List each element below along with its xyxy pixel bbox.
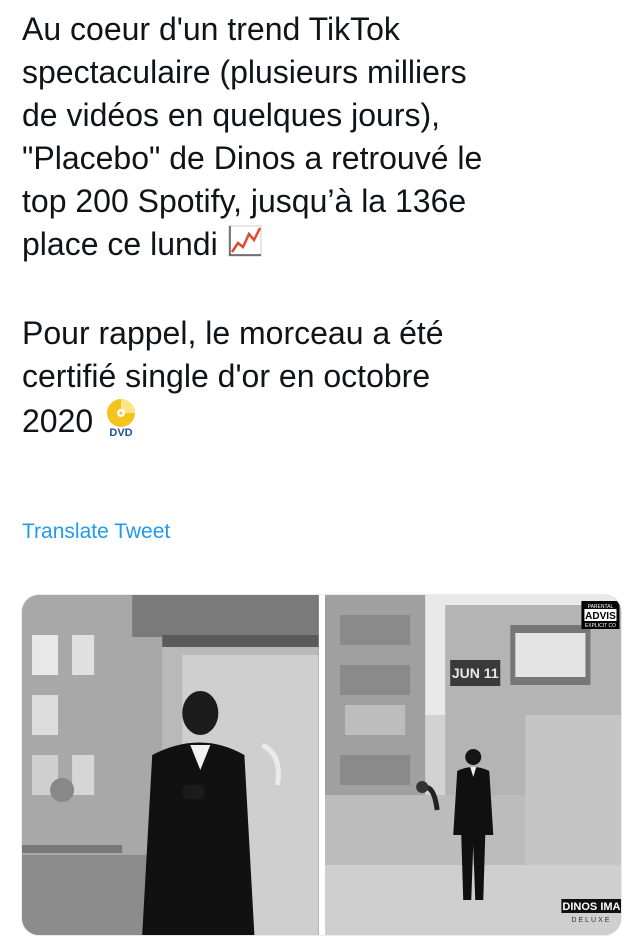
- tweet-line: certifié single d'or en octobre: [22, 358, 431, 395]
- cover-sign-text: JUN 11: [451, 665, 498, 681]
- tweet-line-with-emoji: place ce lundi: [22, 223, 622, 269]
- tweet-media: JUN 11 PARENTAL ADVIS EXPLICIT CO DINOS …: [21, 594, 622, 936]
- translate-tweet-link[interactable]: Translate Tweet: [22, 520, 170, 544]
- advisory-mid: ADVIS: [585, 611, 616, 622]
- dvd-label: DVD: [109, 427, 132, 438]
- album-title: DINOS IMA: [562, 901, 620, 913]
- dvd-icon: DVD: [102, 398, 140, 449]
- tweet-line: "Placebo" de Dinos a retrouvé le: [22, 140, 483, 176]
- album-subtitle: DELUXE: [571, 917, 611, 924]
- advisory-bottom: EXPLICIT CO: [584, 623, 615, 629]
- album-cover-photo[interactable]: JUN 11 PARENTAL ADVIS EXPLICIT CO DINOS …: [324, 595, 621, 935]
- tweet-text: Au coeur d'un trend TikTok spectaculaire…: [22, 8, 622, 449]
- man-in-suit-photo[interactable]: [22, 595, 319, 935]
- tweet-line: Au coeur d'un trend TikTok: [22, 11, 400, 47]
- tweet-line: place ce lundi: [22, 226, 218, 262]
- tweet-line: 2020: [22, 403, 94, 439]
- tweet-line: top 200 Spotify, jusqu’à la 136e: [22, 183, 467, 219]
- chart-increasing-icon: [227, 224, 263, 269]
- tweet-line-with-emoji: 2020 DVD: [22, 398, 622, 449]
- tweet-line: spectaculaire (plusieurs milliers: [22, 54, 467, 90]
- tweet-line: Pour rappel, le morceau a été: [22, 315, 444, 352]
- tweet-line: de vidéos en quelques jours),: [22, 97, 441, 133]
